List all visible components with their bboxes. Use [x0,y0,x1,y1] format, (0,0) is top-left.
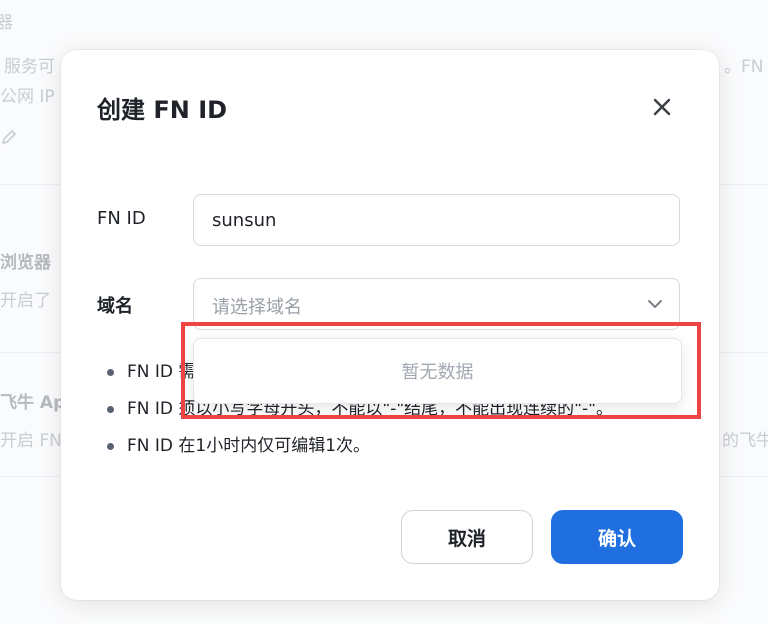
bg-fragment: 公网 IP [0,87,55,107]
bg-fragment: 开启了 [0,291,51,311]
create-fn-id-dialog: 创建 FN ID FN ID 域名 请选择域名 FN ID 需 FN ID 须以… [61,50,719,600]
bg-fragment: 浏览器 [0,253,51,273]
domain-dropdown-empty: 暂无数据 [193,338,682,404]
confirm-button[interactable]: 确认 [551,510,683,564]
bg-fragment: 开启 FN [0,431,62,451]
empty-state-text: 暂无数据 [401,362,474,383]
bg-fragment: 器 [0,13,13,33]
bg-fragment: 飞牛 Ap [0,393,66,413]
list-item: FN ID 在1小时内仅可编辑1次。 [101,432,613,469]
fn-id-label: FN ID [97,208,146,229]
edit-icon [1,129,17,145]
chevron-down-icon [648,300,662,308]
dialog-title: 创建 FN ID [97,96,228,124]
bullet-icon [107,406,114,413]
note-text: FN ID 在1小时内仅可编辑1次。 [127,436,371,456]
close-icon [653,98,671,116]
domain-select[interactable]: 请选择域名 [193,278,680,330]
cancel-button[interactable]: 取消 [401,510,533,564]
bg-fragment: 。FN [724,57,764,77]
bullet-icon [107,369,114,376]
bg-fragment: 服务可 [4,57,55,77]
domain-placeholder: 请选择域名 [212,297,302,318]
note-text: FN ID 需 [127,362,196,382]
close-button[interactable] [649,94,675,120]
bullet-icon [107,443,114,450]
domain-label: 域名 [97,296,133,317]
fn-id-input[interactable] [193,194,680,246]
bg-fragment: 的飞牛 [722,431,768,451]
